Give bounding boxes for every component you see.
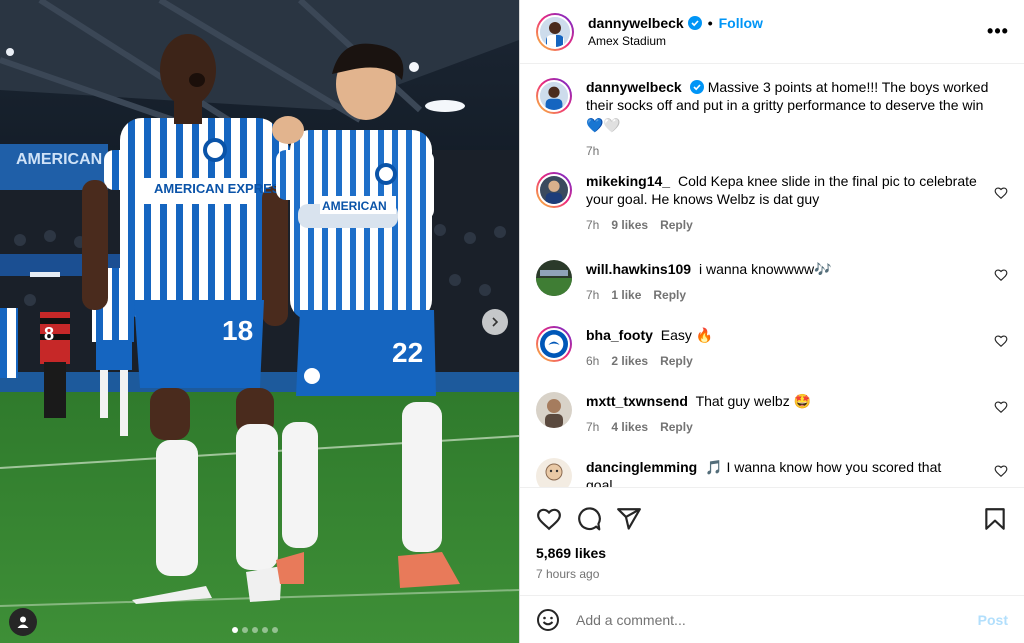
celebration-photo: AMERICAN EXPRESS 8 AMERICAN EXPRESS 18 A… — [0, 0, 519, 643]
commenter-avatar[interactable] — [536, 392, 572, 428]
avatar-image — [540, 82, 568, 110]
commenter-avatar[interactable] — [536, 260, 572, 296]
add-comment-bar: Post — [520, 595, 1024, 643]
post-side-panel: dannywelbeck • Follow Amex Stadium ••• d… — [519, 0, 1024, 643]
heart-icon[interactable] — [536, 506, 562, 532]
comment-time[interactable]: 7h — [586, 286, 599, 304]
carousel-dot — [232, 627, 238, 633]
comment-item: mxtt_txwnsend That guy welbz 🤩 7h 4 like… — [536, 392, 1008, 458]
comment-likes[interactable]: 1 like — [611, 286, 641, 304]
carousel-next-button[interactable] — [482, 309, 508, 335]
shirt-sponsor: AMERICAN EXPRESS — [154, 181, 289, 196]
comment-heart-icon[interactable] — [994, 400, 1008, 414]
caption-username[interactable]: dannywelbeck — [586, 79, 682, 95]
bookmark-icon[interactable] — [982, 506, 1008, 532]
more-options-icon: ••• — [987, 21, 1009, 41]
avatar-image — [540, 330, 568, 358]
avatar-image — [536, 260, 572, 296]
comment-likes[interactable]: 4 likes — [611, 418, 648, 436]
comment-heart-icon[interactable] — [994, 464, 1008, 478]
instagram-post-dialog: AMERICAN EXPRESS 8 AMERICAN EXPRESS 18 A… — [0, 0, 1024, 643]
carousel-dot — [272, 627, 278, 633]
comment-item: will.hawkins109 i wanna knowwww🎶 7h 1 li… — [536, 260, 1008, 326]
comments-list[interactable]: dannywelbeck Massive 3 points at home!!! … — [520, 64, 1024, 487]
post-comment-button[interactable]: Post — [978, 612, 1008, 628]
player2-number: 22 — [392, 337, 423, 368]
post-actions-bar — [520, 487, 1024, 549]
comment-username[interactable]: bha_footy — [586, 327, 653, 343]
comment-text: That guy welbz 🤩 — [695, 393, 812, 409]
caption-emojis: 💙🤍 — [586, 117, 621, 133]
comment-heart-icon[interactable] — [994, 186, 1008, 200]
caption-time[interactable]: 7h — [586, 142, 599, 160]
post-photo[interactable]: AMERICAN EXPRESS 8 AMERICAN EXPRESS 18 A… — [0, 0, 519, 643]
tagged-users-button[interactable] — [9, 608, 37, 636]
caption-avatar[interactable] — [536, 78, 572, 114]
reply-button[interactable]: Reply — [660, 418, 693, 436]
avatar-image — [536, 458, 572, 487]
comment-time[interactable]: 6h — [586, 352, 599, 370]
chevron-right-icon — [492, 317, 499, 327]
post-header: dannywelbeck • Follow Amex Stadium ••• — [520, 0, 1024, 64]
comment-username[interactable]: will.hawkins109 — [586, 261, 691, 277]
player1-number: 18 — [222, 315, 253, 346]
share-icon[interactable] — [616, 506, 642, 532]
posted-time[interactable]: 7 hours ago — [520, 567, 1024, 581]
comment-item: dancinglemming 🎵 I wanna know how you sc… — [536, 458, 1008, 487]
author-username[interactable]: dannywelbeck — [588, 15, 684, 31]
carousel-dot — [242, 627, 248, 633]
comment-item: mikeking14_ Cold Kepa knee slide in the … — [536, 172, 1008, 260]
avatar-image — [536, 392, 572, 428]
comment-heart-icon[interactable] — [994, 268, 1008, 282]
commenter-avatar[interactable] — [536, 172, 572, 208]
comment-likes[interactable]: 2 likes — [611, 352, 648, 370]
commenter-avatar[interactable] — [536, 326, 572, 362]
verified-badge-icon — [689, 80, 704, 94]
person-tag-icon — [17, 616, 29, 628]
comment-username[interactable]: mikeking14_ — [586, 173, 670, 189]
avatar-image — [540, 176, 568, 204]
avatar-image — [540, 16, 570, 47]
carousel-dot — [252, 627, 258, 633]
reply-button[interactable]: Reply — [660, 216, 693, 234]
smiley-icon[interactable] — [536, 608, 560, 632]
svg-text:AMERICAN: AMERICAN — [322, 199, 387, 213]
comment-text: Easy 🔥 — [660, 327, 714, 343]
post-location[interactable]: Amex Stadium — [588, 34, 986, 48]
comment-text: i wanna knowwww🎶 — [698, 261, 832, 277]
comment-icon[interactable] — [576, 506, 602, 532]
more-options-button[interactable]: ••• — [986, 20, 1010, 44]
comment-username[interactable]: mxtt_txwnsend — [586, 393, 688, 409]
comment-item: bha_footy Easy 🔥 6h 2 likes Reply — [536, 326, 1008, 392]
verified-badge-icon — [687, 16, 702, 30]
author-avatar[interactable] — [536, 12, 574, 51]
comment-input[interactable] — [576, 611, 978, 628]
carousel-indicator — [232, 627, 278, 633]
follow-button[interactable]: Follow — [719, 15, 763, 31]
comment-time[interactable]: 7h — [586, 418, 599, 436]
opponent-number: 8 — [44, 324, 54, 344]
comment-heart-icon[interactable] — [994, 334, 1008, 348]
comment-likes[interactable]: 9 likes — [611, 216, 648, 234]
post-caption: dannywelbeck Massive 3 points at home!!! … — [536, 78, 1008, 172]
reply-button[interactable]: Reply — [653, 286, 686, 304]
reply-button[interactable]: Reply — [660, 352, 693, 370]
comment-time[interactable]: 7h — [586, 216, 599, 234]
carousel-dot — [262, 627, 268, 633]
comment-username[interactable]: dancinglemming — [586, 459, 697, 475]
header-separator: • — [707, 15, 713, 31]
commenter-avatar[interactable] — [536, 458, 572, 487]
